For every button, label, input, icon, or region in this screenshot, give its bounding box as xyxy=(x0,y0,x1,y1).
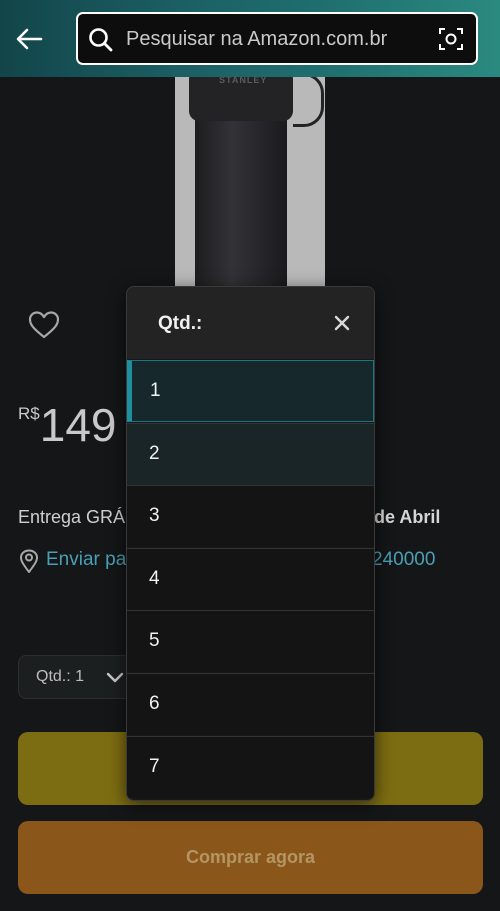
product-price: R$149 xyxy=(18,398,116,452)
modal-header: Qtd.: xyxy=(127,287,374,359)
quantity-option-1[interactable]: 1 xyxy=(127,360,374,422)
quantity-label: Qtd.: 1 xyxy=(36,668,85,685)
ship-to-link[interactable]: Enviar pa xyxy=(46,549,126,571)
back-arrow-icon xyxy=(16,28,43,50)
close-icon[interactable] xyxy=(334,315,350,331)
camera-icon[interactable] xyxy=(438,26,464,52)
quantity-option-6[interactable]: 6 xyxy=(127,673,374,735)
buy-now-label: Comprar agora xyxy=(185,847,316,867)
quantity-option-7[interactable]: 7 xyxy=(127,736,374,798)
wishlist-button[interactable] xyxy=(28,310,60,345)
search-icon xyxy=(89,28,113,52)
quantity-value: 1 xyxy=(75,668,85,685)
quantity-modal: Qtd.: 1 2 3 4 5 6 7 xyxy=(126,286,375,801)
quantity-option-4[interactable]: 4 xyxy=(127,548,374,610)
price-currency: R$ xyxy=(18,404,40,423)
zip-code[interactable]: 240000 xyxy=(372,549,435,571)
quantity-option-2[interactable]: 2 xyxy=(127,423,374,485)
buy-now-button[interactable]: Comprar agora xyxy=(18,821,483,894)
location-pin-icon xyxy=(19,549,39,573)
quantity-select[interactable]: Qtd.: 1 xyxy=(18,655,138,699)
top-header xyxy=(0,0,500,77)
delivery-text: Entrega GRÁ xyxy=(18,507,126,527)
bottle-handle xyxy=(293,77,324,127)
chevron-down-icon xyxy=(106,672,124,683)
heart-icon xyxy=(28,311,60,339)
back-button[interactable] xyxy=(12,22,46,56)
search-input[interactable] xyxy=(124,14,428,65)
brand-logo: STANLEY xyxy=(219,77,268,85)
quantity-option-3[interactable]: 3 xyxy=(127,485,374,547)
search-bar[interactable] xyxy=(76,12,478,65)
modal-title: Qtd.: xyxy=(158,313,203,334)
quantity-option-5[interactable]: 5 xyxy=(127,610,374,672)
delivery-date: de Abril xyxy=(374,507,441,527)
product-image[interactable]: STANLEY xyxy=(175,77,325,287)
bottle-cap: STANLEY xyxy=(189,77,293,121)
price-value: 149 xyxy=(39,399,117,451)
